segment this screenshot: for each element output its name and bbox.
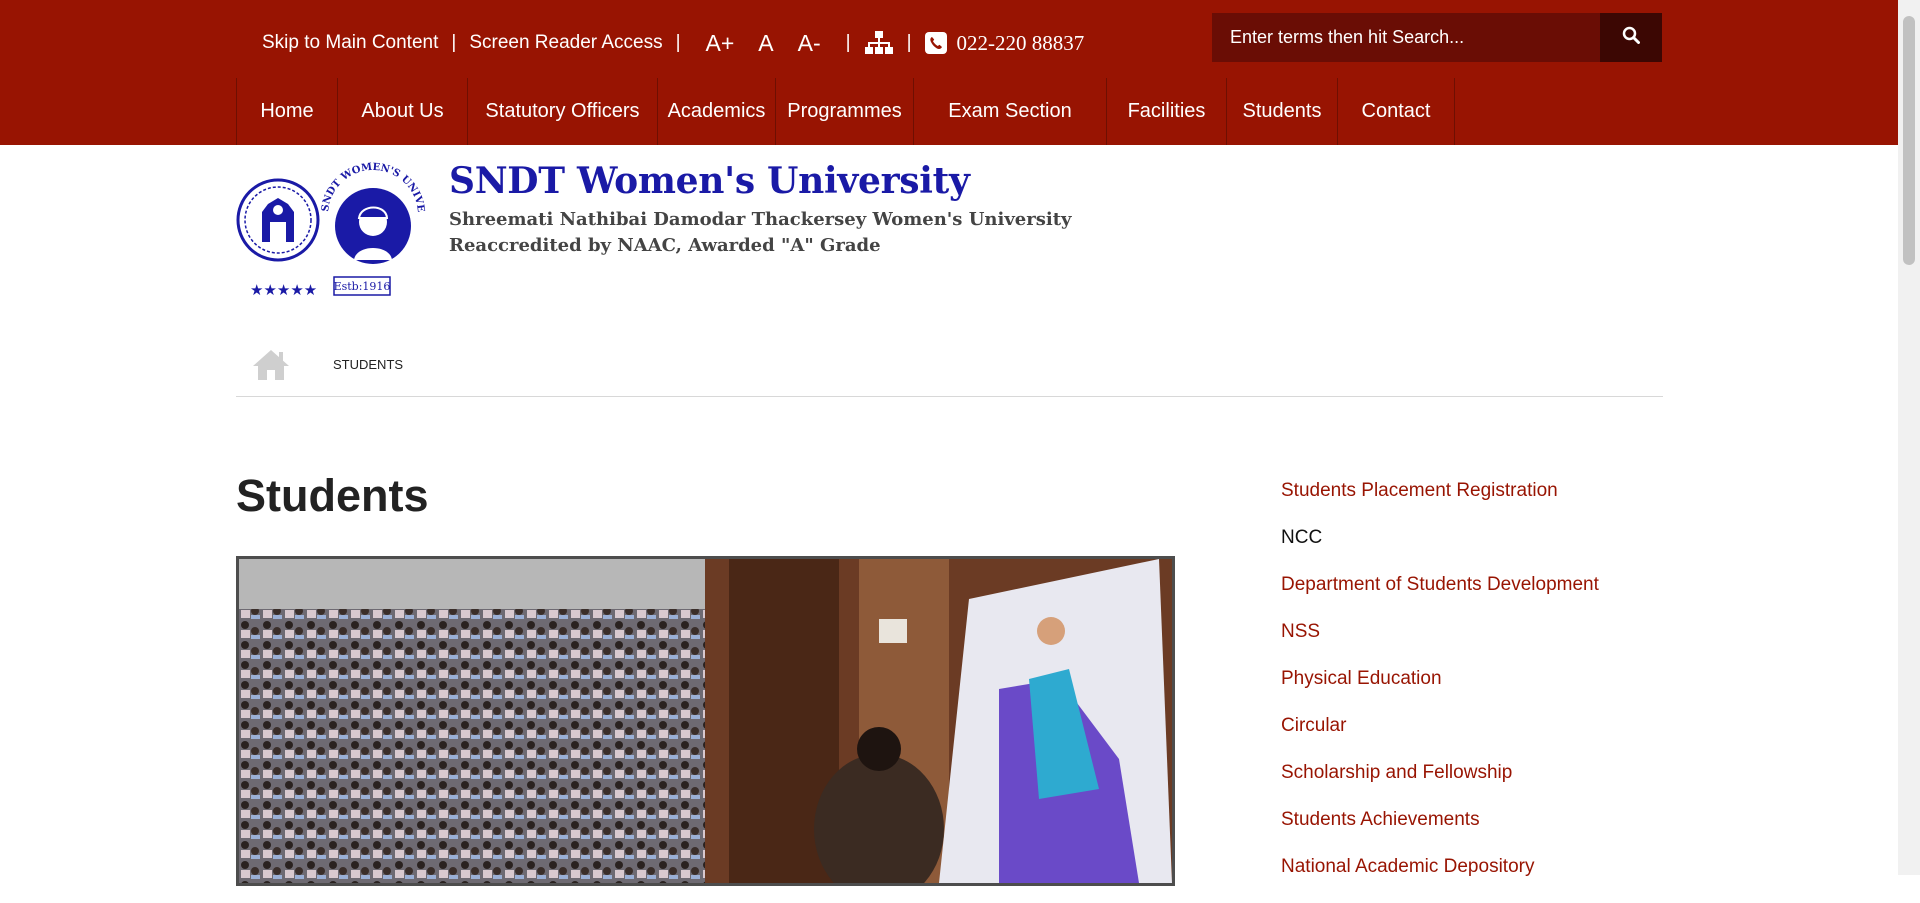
breadcrumb: STUDENTS — [236, 336, 1663, 397]
nav-item-programmes[interactable]: Programmes — [775, 78, 913, 145]
home-icon[interactable] — [252, 348, 290, 386]
font-increase-button[interactable]: A+ — [706, 30, 735, 57]
svg-text:★★★★★: ★★★★★ — [250, 281, 317, 299]
breadcrumb-current: STUDENTS — [333, 357, 404, 372]
nav-item-students[interactable]: Students — [1226, 78, 1337, 145]
separator: | — [675, 32, 681, 53]
main-nav: Home About Us Statutory Officers Academi… — [236, 78, 1455, 145]
university-full-name: Shreemati Nathibai Damodar Thackersey Wo… — [449, 209, 1072, 230]
search-icon — [1622, 26, 1640, 49]
side-link-physical-education[interactable]: Physical Education — [1281, 668, 1599, 715]
university-name[interactable]: SNDT Women's University — [449, 160, 970, 202]
separator: | — [451, 32, 457, 53]
side-link-placement-registration[interactable]: Students Placement Registration — [1281, 480, 1599, 527]
side-link-ncc[interactable]: NCC — [1281, 527, 1599, 574]
side-link-achievements[interactable]: Students Achievements — [1281, 809, 1599, 856]
university-logo[interactable]: SNDT WOMEN'S UNIVERSITY ★★★★★ Estb:1916 — [231, 152, 434, 302]
nav-item-about-us[interactable]: About Us — [337, 78, 467, 145]
nav-item-home[interactable]: Home — [236, 78, 337, 145]
accreditation-text: Reaccredited by NAAC, Awarded "A" Grade — [449, 235, 881, 256]
separator: | — [845, 32, 851, 53]
font-normal-button[interactable]: A — [758, 30, 773, 57]
skip-to-main-content-link[interactable]: Skip to Main Content — [262, 32, 438, 54]
page-title: Students — [236, 470, 429, 521]
hero-image — [236, 556, 1175, 886]
search-button[interactable] — [1600, 13, 1662, 62]
font-decrease-button[interactable]: A- — [798, 30, 821, 57]
search-input[interactable] — [1212, 13, 1600, 62]
nav-item-academics[interactable]: Academics — [657, 78, 775, 145]
screen-reader-access-link[interactable]: Screen Reader Access — [469, 32, 662, 54]
nav-item-contact[interactable]: Contact — [1337, 78, 1455, 145]
side-link-academic-depository[interactable]: National Academic Depository — [1281, 856, 1599, 903]
logo-estd: Estb:1916 — [334, 280, 391, 293]
nav-item-facilities[interactable]: Facilities — [1106, 78, 1226, 145]
phone-icon — [924, 32, 947, 54]
phone-number[interactable]: 022-220 88837 — [957, 31, 1085, 56]
accessibility-bar: Skip to Main Content | Screen Reader Acc… — [262, 28, 1084, 58]
side-link-scholarship[interactable]: Scholarship and Fellowship — [1281, 762, 1599, 809]
sitemap-icon[interactable] — [864, 31, 894, 55]
nav-item-statutory-officers[interactable]: Statutory Officers — [467, 78, 657, 145]
page-scrollbar[interactable] — [1898, 0, 1920, 875]
students-side-menu: Students Placement Registration NCC Depa… — [1281, 480, 1599, 903]
header-bar: Skip to Main Content | Screen Reader Acc… — [0, 0, 1898, 145]
side-link-circular[interactable]: Circular — [1281, 715, 1599, 762]
scrollbar-thumb[interactable] — [1903, 16, 1915, 265]
search-box — [1212, 13, 1662, 62]
separator: | — [906, 32, 912, 53]
side-link-students-development[interactable]: Department of Students Development — [1281, 574, 1599, 621]
side-link-nss[interactable]: NSS — [1281, 621, 1599, 668]
nav-item-exam-section[interactable]: Exam Section — [913, 78, 1106, 145]
